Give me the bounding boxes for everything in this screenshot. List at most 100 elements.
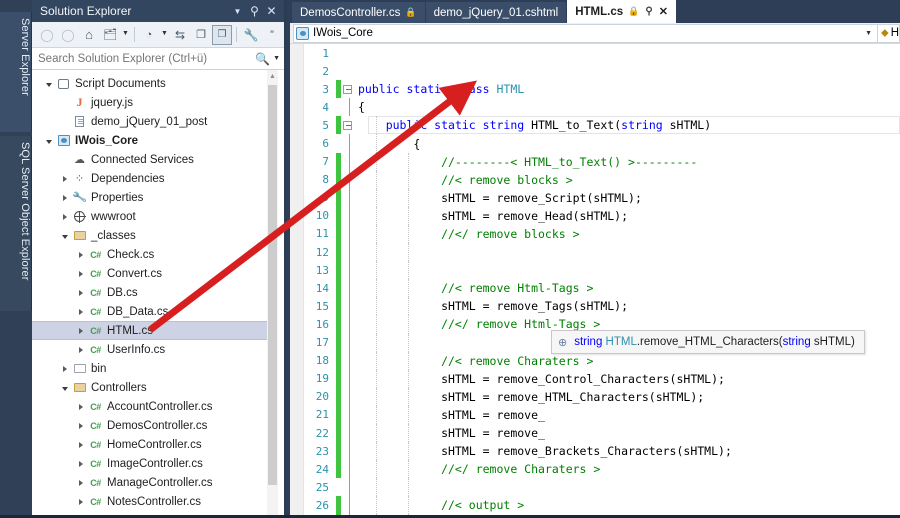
expander-closed-icon[interactable]: [74, 251, 87, 258]
tree-item-selected[interactable]: C# HTML.cs: [32, 321, 267, 340]
editor-tab[interactable]: HTML.cs 🔒 ⚲ ✕: [567, 0, 676, 23]
tree-item[interactable]: IWois_Core: [32, 131, 267, 150]
code-line[interactable]: 18 //< remove Charaters >: [290, 351, 900, 370]
collapse-outline-icon[interactable]: [341, 84, 354, 94]
expander-closed-icon[interactable]: [74, 460, 87, 467]
code-line[interactable]: 26 //< output >: [290, 496, 900, 515]
tree-item[interactable]: wwwroot: [32, 207, 267, 226]
code-line[interactable]: 19 sHTML = remove_Control_Characters(sHT…: [290, 369, 900, 388]
tree-item[interactable]: C# AccountController.cs: [32, 397, 267, 416]
tree-item[interactable]: C# HomeController.cs: [32, 435, 267, 454]
scrollbar-thumb[interactable]: [268, 85, 277, 485]
expander-open-icon[interactable]: [58, 233, 71, 239]
code-line[interactable]: 2: [290, 62, 900, 80]
code-line[interactable]: 22 sHTML = remove_: [290, 423, 900, 443]
close-icon[interactable]: ✕: [263, 2, 280, 20]
code-line[interactable]: 15 sHTML = remove_Tags(sHTML);: [290, 297, 900, 316]
scroll-up-icon[interactable]: ▲: [267, 70, 278, 83]
tree-item[interactable]: C# ImageController.cs: [32, 454, 267, 473]
search-input[interactable]: [38, 52, 254, 65]
expander-closed-icon[interactable]: [74, 289, 87, 296]
navbar-project-dropdown[interactable]: IWois_Core ▼: [293, 23, 878, 43]
tree-item[interactable]: C# DemosController.cs: [32, 416, 267, 435]
tree-scrollbar[interactable]: ▲: [267, 70, 278, 518]
tree-item[interactable]: Jjquery.js: [32, 93, 267, 112]
forward-icon[interactable]: ◯: [58, 25, 78, 45]
code-line[interactable]: 3 public static class HTML: [290, 80, 900, 99]
show-all-files-caret-icon[interactable]: ▼: [160, 30, 169, 40]
expander-closed-icon[interactable]: [74, 479, 87, 486]
code-line[interactable]: 10 sHTML = remove_Head(sHTML);: [290, 206, 900, 225]
code-line[interactable]: 23 sHTML = remove_Brackets_Characters(sH…: [290, 442, 900, 461]
code-line[interactable]: 1: [290, 44, 900, 62]
code-line[interactable]: 24 //</ remove Charaters >: [290, 460, 900, 479]
expander-closed-icon[interactable]: [58, 213, 71, 220]
expander-closed-icon[interactable]: [74, 346, 87, 353]
tree-item[interactable]: demo_jQuery_01_post: [32, 112, 267, 131]
toolbar-overflow-icon[interactable]: ”: [262, 25, 282, 45]
tree-item[interactable]: ⁘ Dependencies: [32, 169, 267, 188]
search-options-caret-icon[interactable]: ▼: [272, 55, 280, 62]
expander-closed-icon[interactable]: [58, 194, 71, 201]
properties-icon[interactable]: 🔧: [241, 25, 261, 45]
tree-item[interactable]: Script Documents: [32, 74, 267, 93]
expander-closed-icon[interactable]: [74, 422, 87, 429]
search-icon[interactable]: 🔍: [253, 52, 272, 66]
pin-icon[interactable]: ⚲: [645, 6, 652, 17]
code-line[interactable]: 21 sHTML = remove_: [290, 405, 900, 424]
code-line[interactable]: 5 public static string HTML_to_Text(stri…: [290, 116, 900, 135]
expander-open-icon[interactable]: [42, 138, 55, 144]
code-line[interactable]: 14 //< remove Html-Tags >: [290, 279, 900, 298]
code-line[interactable]: 20 sHTML = remove_HTML_Characters(sHTML)…: [290, 387, 900, 406]
code-line[interactable]: 25: [290, 478, 900, 497]
tree-item[interactable]: bin: [32, 359, 267, 378]
pending-changes-filter-icon[interactable]: 🗂: [100, 25, 120, 45]
dock-tab-sql-server-object-explorer[interactable]: SQL Server Object Explorer: [0, 136, 32, 311]
code-line[interactable]: 9 sHTML = remove_Script(sHTML);: [290, 188, 900, 207]
dock-tab-server-explorer[interactable]: Server Explorer: [0, 12, 32, 132]
editor-tab[interactable]: demo_jQuery_01.cshtml: [425, 2, 567, 23]
expander-closed-icon[interactable]: [58, 175, 71, 182]
code-line[interactable]: 8 //< remove blocks >: [290, 170, 900, 189]
editor-tab[interactable]: DemosController.cs 🔒: [292, 2, 425, 23]
close-icon[interactable]: ✕: [659, 5, 668, 18]
expander-closed-icon[interactable]: [74, 327, 87, 334]
tree-item[interactable]: C# DB.cs: [32, 283, 267, 302]
chevron-down-icon[interactable]: ▼: [229, 2, 246, 20]
code-line[interactable]: 7 //--------< HTML_to_Text() >---------: [290, 152, 900, 171]
tree-item[interactable]: C# NotesController.cs: [32, 492, 267, 511]
tree-item[interactable]: C# ManageController.cs: [32, 473, 267, 492]
tree-item[interactable]: C# Convert.cs: [32, 264, 267, 283]
expander-closed-icon[interactable]: [74, 403, 87, 410]
expander-closed-icon[interactable]: [74, 498, 87, 505]
tree-item[interactable]: C# Check.cs: [32, 245, 267, 264]
tree-item[interactable]: Controllers: [32, 378, 267, 397]
code-line[interactable]: 6 {: [290, 134, 900, 153]
pending-changes-caret-icon[interactable]: ▼: [121, 30, 130, 40]
tree-item[interactable]: ☁ Connected Services: [32, 150, 267, 169]
tree-item[interactable]: C# DB_Data.cs: [32, 302, 267, 321]
expander-closed-icon[interactable]: [74, 270, 87, 277]
sync-with-active-document-icon[interactable]: ⇆: [170, 25, 190, 45]
refresh-icon[interactable]: ❐: [191, 25, 211, 45]
chevron-down-icon[interactable]: ▼: [860, 30, 877, 37]
expander-closed-icon[interactable]: [74, 441, 87, 448]
solution-explorer-search-bar[interactable]: 🔍 ▼: [32, 48, 284, 70]
code-line[interactable]: 12: [290, 243, 900, 262]
expander-closed-icon[interactable]: [58, 365, 71, 372]
pin-icon[interactable]: ⚲: [246, 2, 263, 20]
home-icon[interactable]: ⌂: [79, 25, 99, 45]
code-editor-surface[interactable]: 1 2 3 public static class HTML 4{5 public st…: [290, 44, 900, 518]
code-line[interactable]: 11 //</ remove blocks >: [290, 224, 900, 244]
collapse-all-icon[interactable]: ❐: [212, 24, 232, 45]
expander-open-icon[interactable]: [42, 81, 55, 87]
back-icon[interactable]: ◯: [37, 25, 57, 45]
code-line[interactable]: 13: [290, 261, 900, 280]
tree-item[interactable]: _classes: [32, 226, 267, 245]
tree-item[interactable]: C# UserInfo.cs: [32, 340, 267, 359]
expander-closed-icon[interactable]: [74, 308, 87, 315]
show-all-files-icon[interactable]: ◔: [139, 25, 159, 45]
expander-open-icon[interactable]: [58, 385, 71, 391]
collapse-outline-icon[interactable]: [341, 120, 354, 130]
code-line[interactable]: 4{: [290, 98, 900, 117]
